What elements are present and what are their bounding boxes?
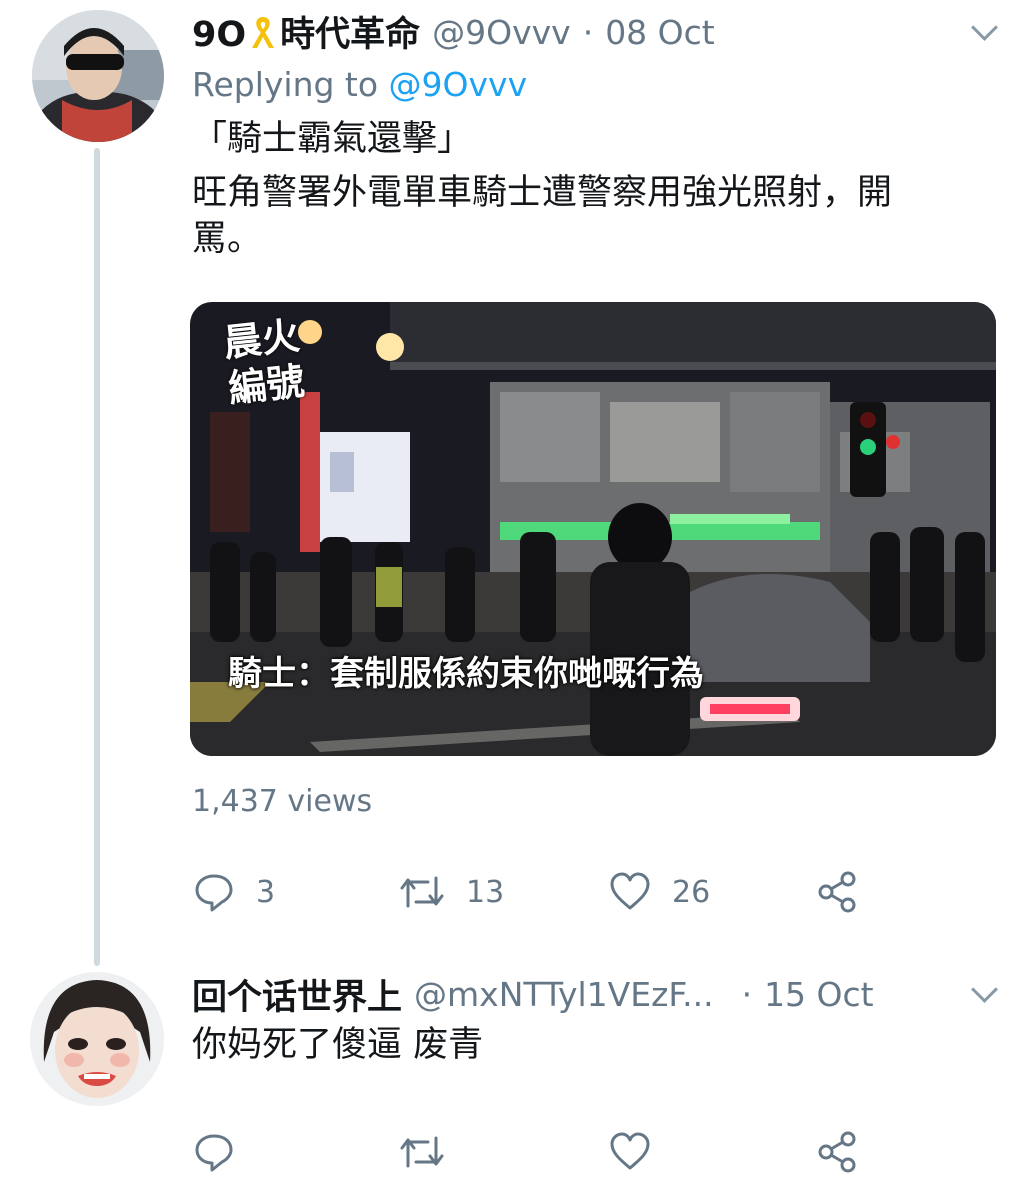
reply-button[interactable]: 3 [192,870,275,914]
tweet-date[interactable]: 15 Oct [764,975,874,1014]
display-name[interactable]: 9O 時代革命 [192,6,420,59]
chevron-down-icon[interactable] [971,976,998,1003]
retweet-count: 13 [466,874,505,910]
view-count: 1,437 views [192,784,373,819]
tweet-actions [192,1126,872,1178]
reply-icon [192,870,236,914]
user-handle[interactable]: @9Ovvv [432,13,571,52]
tweet-text: 「騎士霸氣還擊」 旺角警署外電單車騎士遭警察用強光照射，開 罵。 [192,116,1002,262]
user-handle[interactable]: @mxNTTyl1VEzF... [414,975,714,1014]
like-icon [608,1130,652,1174]
meta-separator: · [582,12,594,52]
tweet-header: 回个话世界上 @mxNTTyl1VEzF... · 15 Oct [192,968,874,1020]
tweet-text-line: 罵。 [192,219,263,259]
display-name[interactable]: 回个话世界上 [192,969,402,1020]
like-button[interactable] [608,1130,652,1174]
share-icon [816,870,860,914]
retweet-icon [398,1130,446,1174]
tweet-text: 你妈死了傻逼 废青 [192,1025,484,1065]
like-button[interactable]: 26 [608,870,710,914]
video-caption: 騎士：套制服係約束你哋嘅行為 [228,654,704,694]
like-count: 26 [672,874,711,910]
share-icon [816,1130,860,1174]
share-button[interactable] [816,870,860,914]
meta-separator: · [741,974,753,1014]
video-player[interactable]: 晨火編號 騎士：套制服係約束你哋嘅行為 [190,302,996,756]
tweet-date[interactable]: 08 Oct [605,13,715,52]
tweet-actions: 3 13 26 [192,866,872,918]
video-watermark: 晨火編號 [221,313,307,411]
tweet-text-line: 旺角警署外電單車騎士遭警察用強光照射，開 [192,173,893,213]
tweet-text-line: 「騎士霸氣還擊」 [192,119,473,159]
retweet-icon [398,870,446,914]
reply-icon [192,1130,236,1174]
thread-connector [94,148,100,966]
share-button[interactable] [816,1130,860,1174]
avatar[interactable] [32,10,164,142]
replying-to-link[interactable]: @9Ovvv [389,65,528,104]
reply-button[interactable] [192,1130,236,1174]
yellow-ribbon-icon [248,14,278,59]
chevron-down-icon[interactable] [971,14,998,41]
retweet-button[interactable] [398,1130,446,1174]
reply-count: 3 [256,874,276,910]
replying-to: Replying to @9Ovvv [192,65,528,104]
retweet-button[interactable]: 13 [398,870,504,914]
avatar[interactable] [30,972,164,1106]
tweet-header: 9O 時代革命 @9Ovvv · 08 Oct [192,6,715,58]
like-icon [608,870,652,914]
